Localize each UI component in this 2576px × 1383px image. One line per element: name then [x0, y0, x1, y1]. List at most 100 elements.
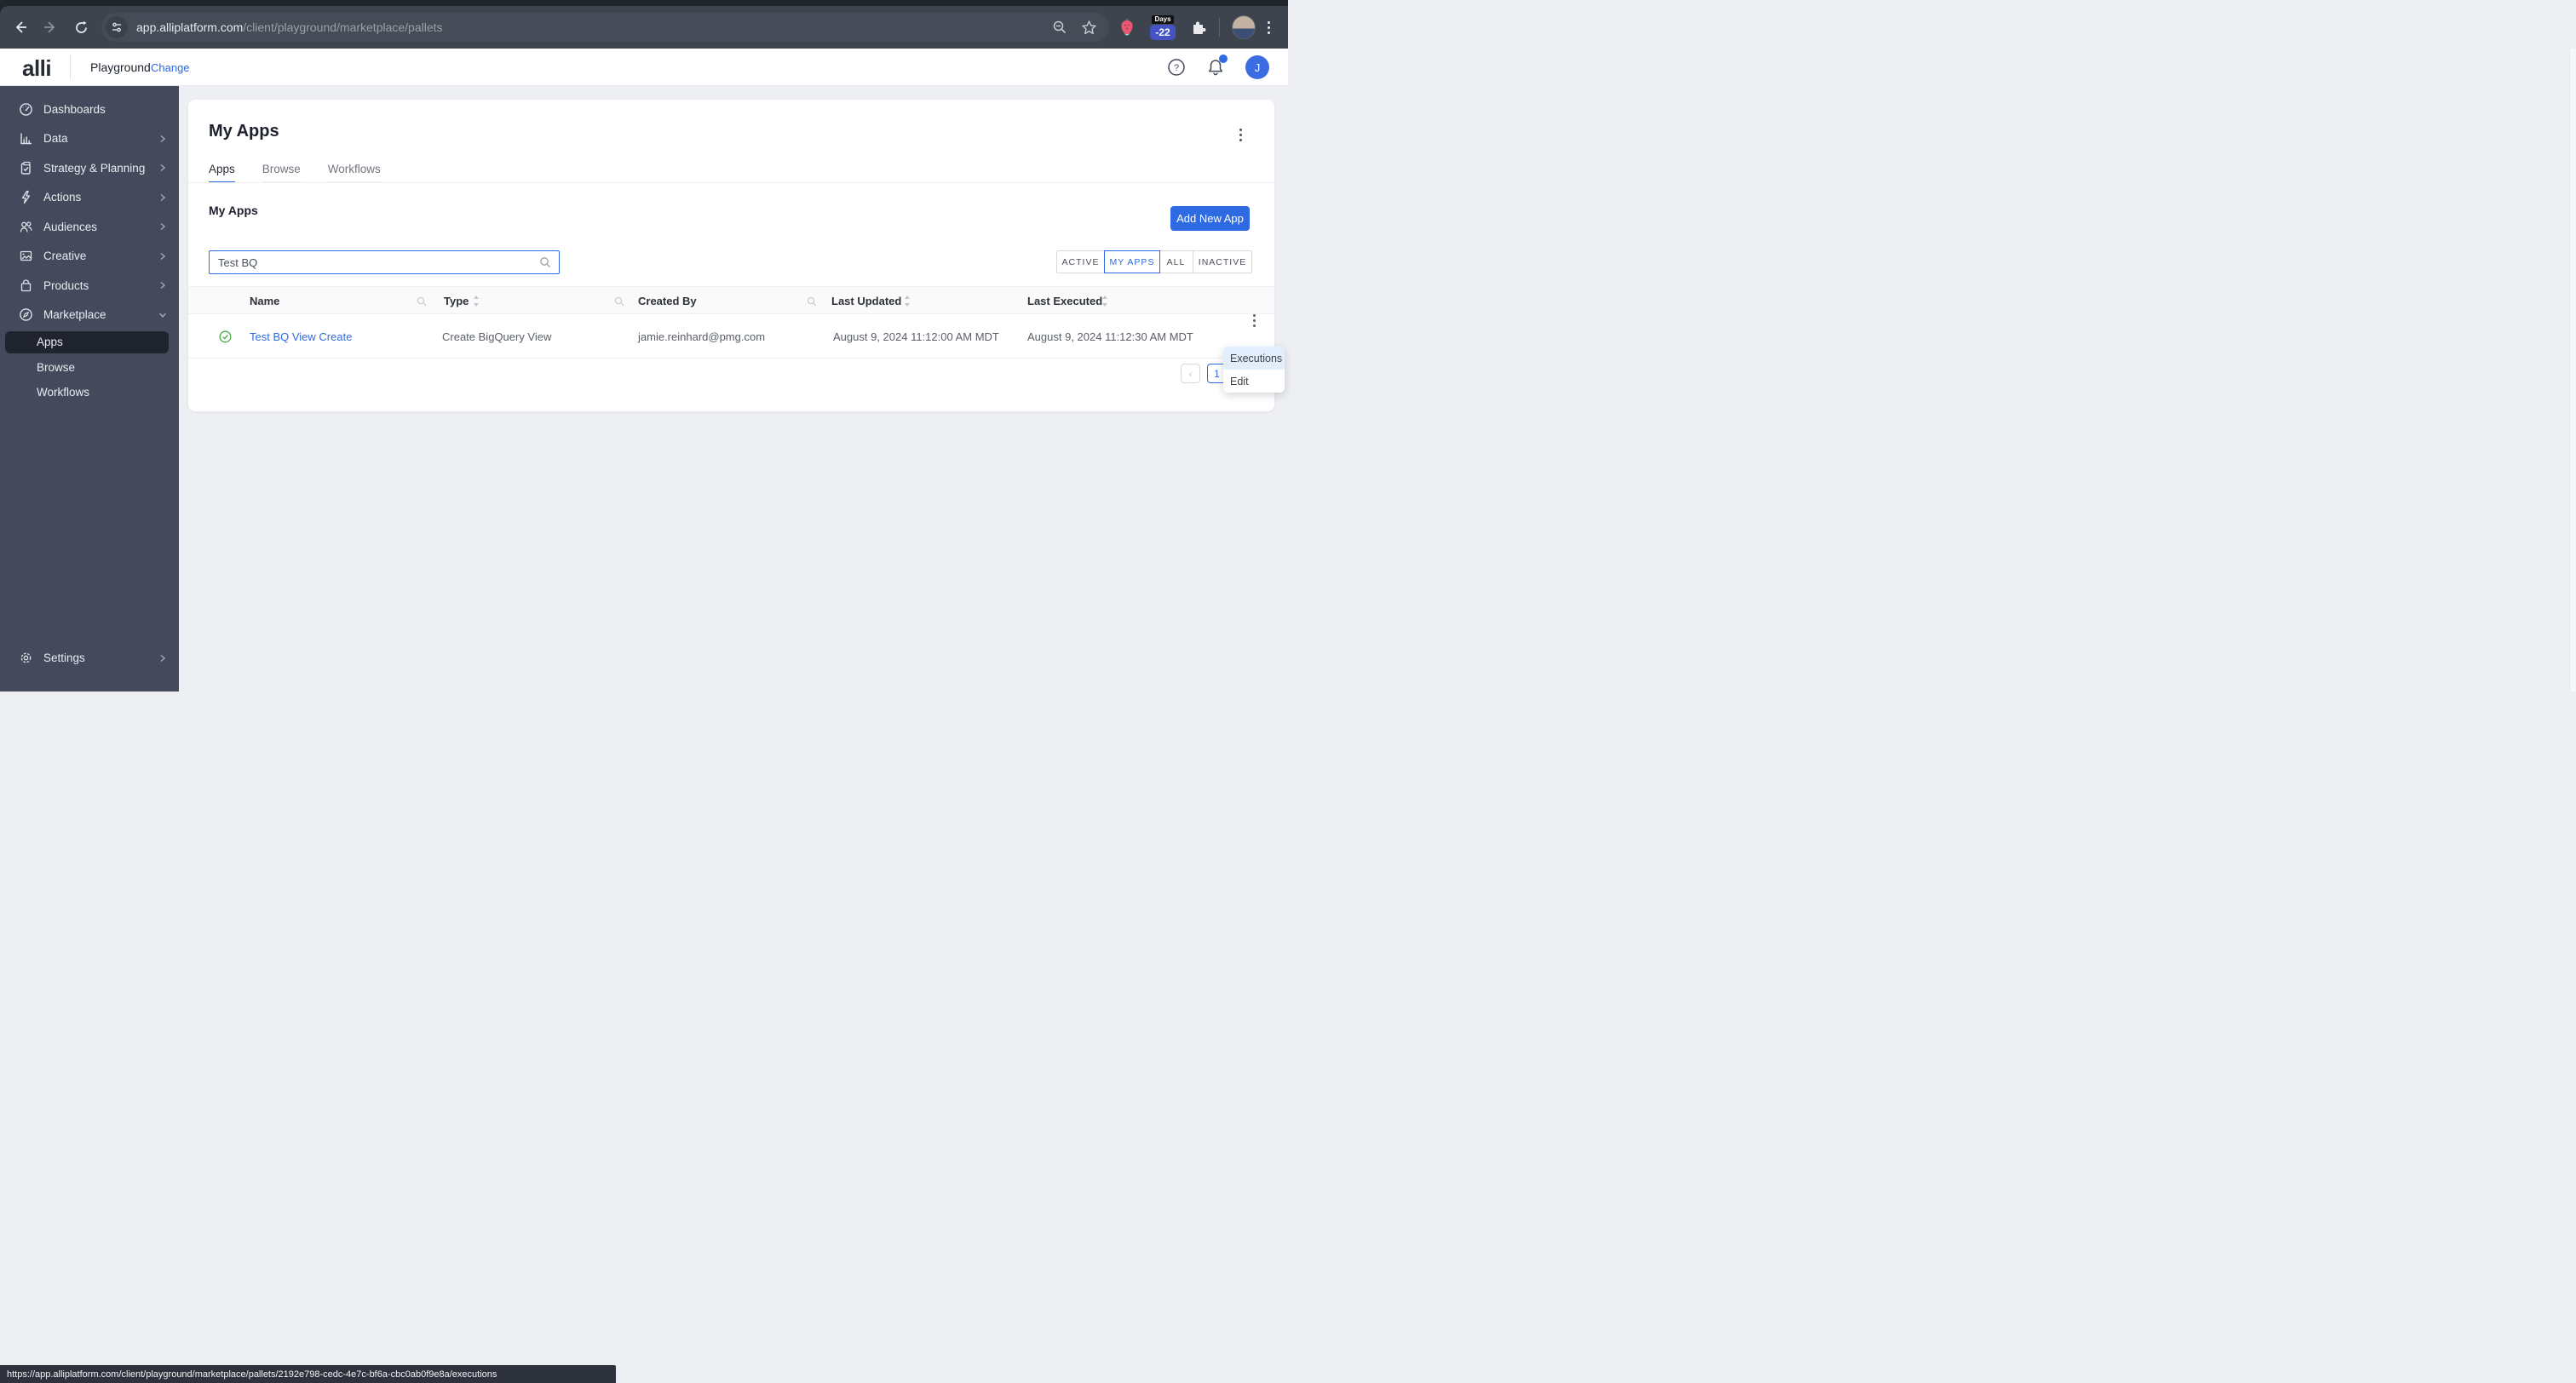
svg-text:?: ? — [1174, 63, 1179, 73]
address-bar[interactable]: app.alliplatform.com/client/playground/m… — [101, 13, 1109, 42]
sidebar-subitem-label: Workflows — [37, 386, 90, 399]
column-header-created-by[interactable]: Created By — [638, 287, 697, 315]
column-header-name[interactable]: Name — [250, 287, 279, 315]
context-menu-item-executions[interactable]: Executions — [1223, 347, 1285, 370]
chevron-right-icon — [160, 223, 166, 231]
add-new-app-button[interactable]: Add New App — [1170, 206, 1250, 231]
page-scrollbar[interactable] — [2569, 49, 2576, 692]
browser-chrome: app.alliplatform.com/client/playground/m… — [0, 0, 1288, 49]
browser-back-button[interactable] — [9, 15, 32, 39]
browser-menu-icon[interactable] — [1268, 20, 1270, 34]
filter-inactive-button[interactable]: INACTIVE — [1193, 251, 1251, 273]
gear-icon — [20, 652, 32, 663]
workspace-name: Playground — [90, 60, 151, 74]
sidebar-subitem-label: Apps — [37, 336, 63, 349]
change-workspace-link[interactable]: Change — [151, 61, 190, 74]
chevron-right-icon — [160, 252, 166, 260]
filter-button-group: ACTIVE MY APPS ALL INACTIVE — [1056, 250, 1252, 273]
sidebar-item-browse[interactable]: Browse — [0, 355, 179, 381]
strawberry-extension-icon[interactable] — [1118, 18, 1136, 37]
chevron-right-icon — [160, 135, 166, 142]
sidebar-item-data[interactable]: Data — [0, 124, 179, 154]
chevron-right-icon — [160, 282, 166, 290]
app-header: alli Playground Change ? J — [0, 49, 1288, 86]
sidebar: Dashboards Data Strategy & Planning Acti… — [0, 86, 179, 692]
search-icon — [539, 256, 551, 268]
search-input[interactable] — [210, 255, 539, 269]
url-path: /client/playground/marketplace/pallets — [243, 20, 443, 34]
sidebar-item-actions[interactable]: Actions — [0, 183, 179, 213]
link-preview-status-bar: https://app.alliplatform.com/client/play… — [0, 1365, 616, 1383]
tab-apps[interactable]: Apps — [209, 163, 235, 183]
browser-toolbar: app.alliplatform.com/client/playground/m… — [0, 6, 1288, 49]
card-menu-icon[interactable] — [1236, 125, 1245, 145]
tab-workflows[interactable]: Workflows — [327, 163, 381, 183]
image-icon — [20, 251, 32, 261]
last-executed-cell: August 9, 2024 11:12:30 AM MDT — [1027, 330, 1193, 343]
section-title: My Apps — [209, 204, 258, 217]
filter-active-button[interactable]: ACTIVE — [1057, 251, 1105, 273]
chevron-right-icon — [160, 193, 166, 201]
lightning-icon — [21, 191, 31, 204]
column-header-last-executed[interactable]: Last Executed — [1027, 287, 1102, 315]
tabs-divider — [188, 182, 1274, 183]
site-settings-icon[interactable] — [106, 16, 128, 38]
tab-browse[interactable]: Browse — [262, 163, 301, 183]
sidebar-item-label: Actions — [43, 191, 82, 204]
bag-icon — [20, 279, 32, 291]
app-search-field[interactable] — [209, 250, 560, 274]
column-search-icon[interactable] — [807, 287, 817, 315]
app-name-link[interactable]: Test BQ View Create — [250, 314, 352, 359]
app-type-cell: Create BigQuery View — [442, 330, 552, 343]
sidebar-item-label: Creative — [43, 250, 87, 263]
filter-my-apps-button[interactable]: MY APPS — [1104, 250, 1160, 273]
column-header-type[interactable]: Type — [444, 287, 469, 315]
row-context-menu: Executions Edit — [1223, 347, 1285, 393]
sidebar-item-label: Strategy & Planning — [43, 161, 146, 175]
user-avatar[interactable]: J — [1245, 55, 1269, 79]
bookmark-star-icon[interactable] — [1081, 20, 1097, 36]
status-active-icon — [219, 314, 232, 359]
toolbar-separator — [1219, 18, 1220, 37]
sidebar-item-marketplace[interactable]: Marketplace — [0, 301, 179, 330]
sidebar-item-workflows[interactable]: Workflows — [0, 380, 179, 405]
created-by-cell: jamie.reinhard@pmg.com — [638, 330, 766, 343]
browser-forward-button[interactable] — [38, 15, 62, 39]
tab-bar: Apps Browse Workflows — [209, 163, 408, 183]
notifications-bell-icon[interactable] — [1206, 55, 1228, 77]
browser-profile-avatar[interactable] — [1232, 15, 1256, 39]
browser-reload-button[interactable] — [69, 15, 93, 39]
url-host: app.alliplatform.com — [136, 20, 244, 34]
alli-logo[interactable]: alli — [22, 55, 52, 82]
table-row[interactable]: Test BQ View Create Create BigQuery View… — [188, 314, 1274, 359]
header-divider — [70, 55, 71, 80]
help-icon[interactable]: ? — [1167, 58, 1186, 77]
table-header: Name Type Created By Last Updated Last E… — [188, 286, 1274, 314]
clipboard-icon — [20, 161, 31, 175]
sidebar-item-audiences[interactable]: Audiences — [0, 212, 179, 242]
sidebar-item-products[interactable]: Products — [0, 271, 179, 301]
zoom-out-icon[interactable] — [1052, 20, 1067, 35]
extensions-puzzle-icon[interactable] — [1190, 19, 1207, 36]
sidebar-item-label: Audiences — [43, 220, 98, 233]
days-counter-extension[interactable]: Days -22 — [1147, 14, 1178, 40]
sidebar-item-settings[interactable]: Settings — [0, 644, 179, 674]
column-search-icon[interactable] — [614, 287, 624, 315]
column-search-icon[interactable] — [417, 287, 427, 315]
pagination-prev-button[interactable]: ‹ — [1181, 364, 1200, 383]
people-icon — [20, 221, 32, 232]
sidebar-item-dashboards[interactable]: Dashboards — [0, 95, 179, 124]
my-apps-card: My Apps Apps Browse Workflows My Apps Ad… — [188, 100, 1274, 411]
filter-all-button[interactable]: ALL — [1159, 251, 1193, 273]
url-text[interactable]: app.alliplatform.com/client/playground/m… — [136, 20, 443, 34]
compass-icon — [20, 308, 32, 322]
page-title: My Apps — [209, 122, 279, 141]
context-menu-item-edit[interactable]: Edit — [1223, 370, 1285, 393]
sidebar-subitem-label: Browse — [37, 360, 76, 374]
sidebar-item-strategy-planning[interactable]: Strategy & Planning — [0, 153, 179, 183]
bar-chart-icon — [20, 133, 32, 145]
sidebar-item-apps[interactable]: Apps — [0, 330, 179, 355]
chevron-right-icon — [160, 654, 166, 662]
column-header-last-updated[interactable]: Last Updated — [831, 287, 901, 315]
sidebar-item-creative[interactable]: Creative — [0, 242, 179, 272]
